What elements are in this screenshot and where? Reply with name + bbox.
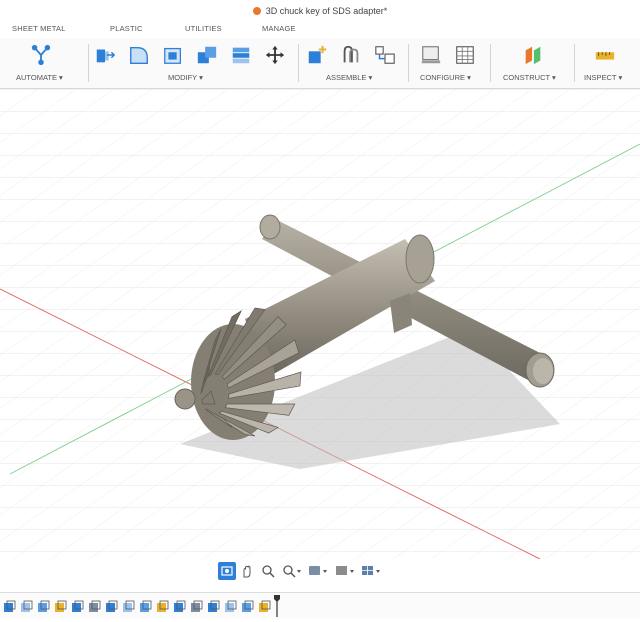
grid-settings-icon[interactable] (333, 562, 357, 580)
timeline-feature-icon[interactable] (223, 599, 238, 614)
timeline-feature-icon[interactable] (155, 599, 170, 614)
pan-icon[interactable] (239, 562, 257, 580)
new-component-icon[interactable] (306, 44, 328, 66)
configure-icon[interactable] (420, 44, 442, 66)
automate-icon[interactable] (30, 44, 52, 66)
tab-sheet-metal[interactable]: SHEET METAL (12, 24, 66, 33)
timeline-feature-icon[interactable] (2, 599, 17, 614)
offset-plane-icon[interactable] (522, 44, 544, 66)
separator (574, 44, 575, 82)
configure-menu[interactable]: CONFIGURE ▾ (420, 73, 471, 82)
navigation-bar (218, 560, 383, 582)
inspect-menu[interactable]: INSPECT ▾ (584, 73, 622, 82)
separator (408, 44, 409, 82)
zoom-window-icon[interactable] (280, 562, 304, 580)
timeline-feature-icon[interactable] (19, 599, 34, 614)
press-pull-icon[interactable] (94, 44, 116, 66)
zoom-icon[interactable] (259, 562, 277, 580)
design-timeline (0, 592, 640, 619)
workspace-tabs: SHEET METAL PLASTIC UTILITIES MANAGE (0, 24, 640, 38)
timeline-feature-icon[interactable] (104, 599, 119, 614)
ribbon-toolbar: AUTOMATE ▾ MODIFY ▾ ASSEMBLE ▾ CONFIGURE… (0, 38, 640, 89)
combine-icon[interactable] (196, 44, 218, 66)
tab-manage[interactable]: MANAGE (262, 24, 296, 33)
automate-menu[interactable]: AUTOMATE ▾ (16, 73, 63, 82)
viewports-icon[interactable] (359, 562, 383, 580)
canvas-viewport[interactable] (0, 89, 640, 559)
separator (490, 44, 491, 82)
timeline-feature-icon[interactable] (189, 599, 204, 614)
assemble-menu[interactable]: ASSEMBLE ▾ (326, 73, 372, 82)
title-bar: 3D chuck key of SDS adapter* (0, 0, 640, 22)
modify-menu[interactable]: MODIFY ▾ (168, 73, 203, 82)
timeline-feature-icon[interactable] (138, 599, 153, 614)
shell-icon[interactable] (230, 44, 252, 66)
move-icon[interactable] (264, 44, 286, 66)
tab-plastic[interactable]: PLASTIC (110, 24, 143, 33)
timeline-feature-icon[interactable] (53, 599, 68, 614)
timeline-feature-icon[interactable] (206, 599, 221, 614)
orbit-icon[interactable] (218, 562, 236, 580)
chamfer-icon[interactable] (162, 44, 184, 66)
display-settings-icon[interactable] (306, 562, 330, 580)
timeline-feature-icon[interactable] (240, 599, 255, 614)
timeline-feature-icon[interactable] (257, 599, 272, 614)
construct-menu[interactable]: CONSTRUCT ▾ (503, 73, 556, 82)
joint-icon[interactable] (340, 44, 362, 66)
timeline-marker[interactable] (274, 595, 280, 617)
timeline-feature-icon[interactable] (87, 599, 102, 614)
separator (88, 44, 89, 82)
timeline-feature-icon[interactable] (172, 599, 187, 614)
timeline-feature-icon[interactable] (121, 599, 136, 614)
document-title: 3D chuck key of SDS adapter* (265, 6, 388, 16)
separator (298, 44, 299, 82)
configuration-table-icon[interactable] (454, 44, 476, 66)
pilot-pin (174, 388, 196, 410)
timeline-feature-icon[interactable] (36, 599, 51, 614)
measure-icon[interactable] (594, 44, 616, 66)
tab-utilities[interactable]: UTILITIES (185, 24, 222, 33)
timeline-feature-icon[interactable] (70, 599, 85, 614)
as-built-joint-icon[interactable] (374, 44, 396, 66)
document-icon (252, 7, 261, 15)
fillet-icon[interactable] (128, 44, 150, 66)
